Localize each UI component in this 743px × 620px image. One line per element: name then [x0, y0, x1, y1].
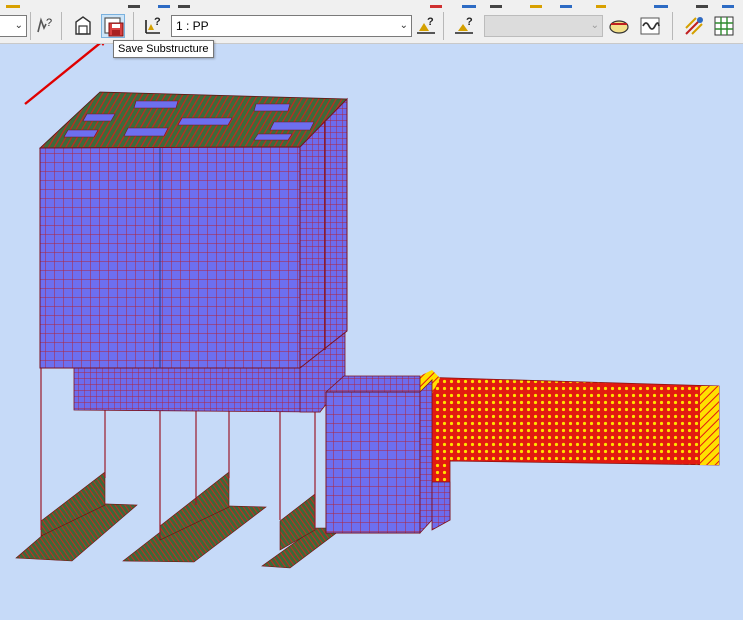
footing-middle: [122, 471, 267, 563]
mesh-check-button[interactable]: [682, 14, 706, 38]
svg-text:?: ?: [427, 16, 434, 28]
model-viewport[interactable]: [0, 44, 743, 620]
toolbar-separator: [61, 12, 62, 40]
toolbar-separator: [443, 12, 444, 40]
pier-block: [324, 375, 451, 535]
load-display-button[interactable]: ?: [414, 14, 438, 38]
svg-text:?: ?: [154, 16, 161, 28]
chevron-down-icon: ⌄: [590, 20, 599, 31]
selected-beam: [417, 370, 720, 521]
grid-button[interactable]: [712, 14, 736, 38]
support-button[interactable]: [607, 14, 631, 38]
load-edit-icon: ?: [455, 16, 473, 34]
load-display-icon: ?: [417, 16, 435, 34]
toolbar-separator: [672, 12, 673, 40]
pointer-help-button[interactable]: ?: [32, 14, 56, 38]
load-help-button[interactable]: ?: [141, 14, 165, 38]
chevron-down-icon: ⌄: [14, 20, 23, 31]
tower-block: [38, 91, 348, 370]
pointer-help-icon: ?: [37, 17, 52, 33]
save-structure-button[interactable]: [71, 14, 95, 38]
load-edit-button[interactable]: ?: [452, 14, 476, 38]
upper-toolbar-row: [0, 0, 743, 8]
save-structure-icon: [75, 16, 91, 35]
wave-icon: [640, 17, 660, 35]
chevron-down-icon: ⌄: [399, 20, 408, 31]
upper-toolbar-icons: [6, 5, 734, 8]
toolbar-separator: [30, 12, 31, 40]
footing-left: [15, 471, 138, 562]
grid-icon: [714, 16, 734, 36]
mesh-check-icon: [685, 17, 703, 35]
load-case-value: 1 : PP: [176, 19, 209, 33]
save-substructure-button[interactable]: [101, 14, 125, 38]
load-case-combo[interactable]: 1 : PP ⌄: [171, 15, 412, 37]
load-help-icon: ?: [145, 16, 161, 34]
svg-text:?: ?: [466, 16, 473, 28]
svg-text:?: ?: [46, 17, 52, 29]
save-substructure-icon: [104, 17, 124, 37]
toolbar: ⌄ ? ? 1 : PP ⌄ ? ? ⌄: [0, 0, 743, 44]
support-icon: [609, 20, 629, 34]
result-combo[interactable]: ⌄: [484, 15, 603, 37]
wave-button[interactable]: [638, 14, 662, 38]
view-combo[interactable]: ⌄: [0, 15, 27, 37]
toolbar-separator: [133, 12, 134, 40]
